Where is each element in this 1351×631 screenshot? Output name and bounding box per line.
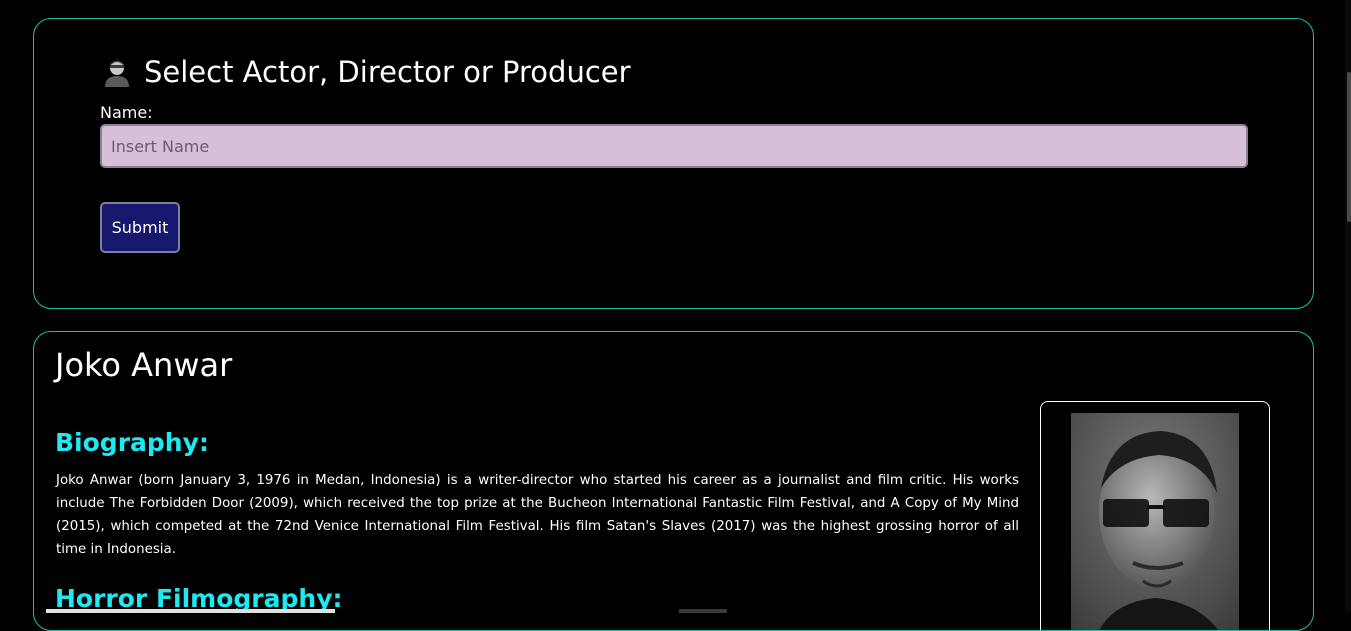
search-heading: Select Actor, Director or Producer	[102, 55, 631, 89]
person-name: Joko Anwar	[55, 346, 233, 384]
biography-heading: Biography:	[55, 428, 209, 457]
search-card: Select Actor, Director or Producer Name:…	[33, 18, 1314, 309]
name-label: Name:	[100, 103, 153, 122]
search-heading-text: Select Actor, Director or Producer	[144, 55, 631, 89]
scrollbar[interactable]	[1345, 0, 1351, 613]
result-card: Joko Anwar Biography: Joko Anwar (born J…	[33, 331, 1314, 631]
submit-button[interactable]: Submit	[100, 202, 180, 253]
biography-text: Joko Anwar (born January 3, 1976 in Meda…	[56, 473, 1019, 557]
photo-frame	[1040, 401, 1270, 630]
person-icon	[102, 57, 132, 87]
person-photo	[1071, 413, 1239, 630]
scrollbar-thumb[interactable]	[1347, 72, 1351, 222]
horizontal-scroll-indicator-secondary	[679, 609, 727, 613]
name-input[interactable]	[100, 124, 1248, 168]
horizontal-scroll-indicator	[46, 609, 335, 613]
